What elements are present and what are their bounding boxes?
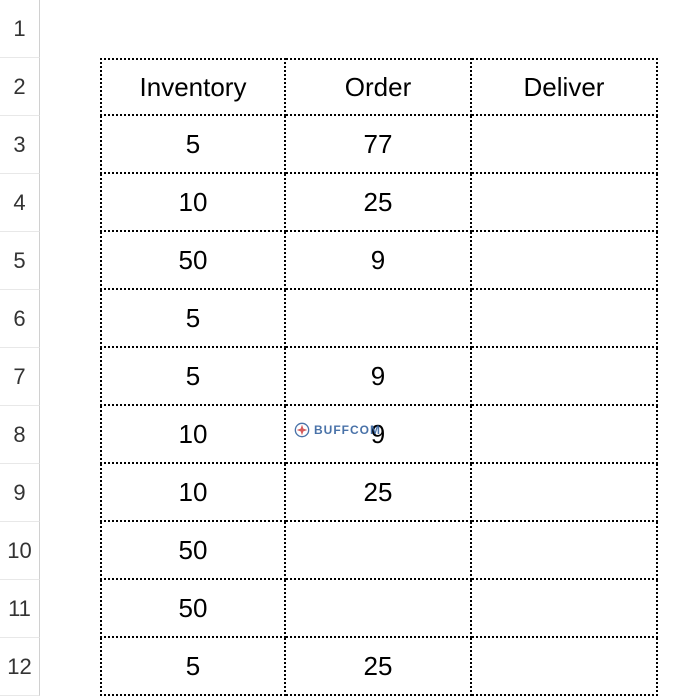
row-header[interactable]: 8 bbox=[0, 406, 40, 464]
grid-row: 10 9 bbox=[40, 406, 699, 464]
row-header[interactable]: 12 bbox=[0, 638, 40, 696]
grid-row: 5 bbox=[40, 290, 699, 348]
cell[interactable] bbox=[472, 406, 658, 464]
grid-row: 5 9 bbox=[40, 348, 699, 406]
cell[interactable] bbox=[286, 580, 472, 638]
grid-row: Inventory Order Deliver bbox=[40, 58, 699, 116]
cell[interactable] bbox=[472, 522, 658, 580]
grid-row: 50 bbox=[40, 522, 699, 580]
cell[interactable]: 9 bbox=[286, 406, 472, 464]
cell[interactable]: 5 bbox=[100, 290, 286, 348]
cell[interactable] bbox=[472, 580, 658, 638]
cell[interactable] bbox=[472, 638, 658, 696]
column-header-order[interactable]: Order bbox=[286, 58, 472, 116]
cell[interactable] bbox=[40, 406, 100, 464]
cell[interactable] bbox=[472, 174, 658, 232]
cell[interactable] bbox=[472, 290, 658, 348]
cell[interactable] bbox=[100, 0, 286, 58]
cell[interactable]: 10 bbox=[100, 174, 286, 232]
column-header-inventory[interactable]: Inventory bbox=[100, 58, 286, 116]
row-header[interactable]: 5 bbox=[0, 232, 40, 290]
grid: Inventory Order Deliver 5 77 10 25 50 9 bbox=[40, 0, 699, 700]
cell[interactable] bbox=[472, 116, 658, 174]
cell[interactable] bbox=[40, 348, 100, 406]
column-header-deliver[interactable]: Deliver bbox=[472, 58, 658, 116]
cell[interactable]: 5 bbox=[100, 638, 286, 696]
grid-row: 50 bbox=[40, 580, 699, 638]
grid-row: 10 25 bbox=[40, 174, 699, 232]
cell[interactable] bbox=[286, 0, 472, 58]
row-header[interactable]: 4 bbox=[0, 174, 40, 232]
row-header[interactable]: 7 bbox=[0, 348, 40, 406]
row-header[interactable]: 6 bbox=[0, 290, 40, 348]
grid-row: 5 25 bbox=[40, 638, 699, 696]
cell[interactable]: 77 bbox=[286, 116, 472, 174]
cell[interactable] bbox=[40, 580, 100, 638]
cell[interactable] bbox=[40, 464, 100, 522]
row-header[interactable]: 11 bbox=[0, 580, 40, 638]
row-header[interactable]: 1 bbox=[0, 0, 40, 58]
cell[interactable]: 10 bbox=[100, 464, 286, 522]
cell[interactable]: 25 bbox=[286, 638, 472, 696]
cell[interactable] bbox=[472, 348, 658, 406]
grid-row: 50 9 bbox=[40, 232, 699, 290]
row-header[interactable]: 10 bbox=[0, 522, 40, 580]
cell[interactable] bbox=[40, 638, 100, 696]
cell[interactable] bbox=[40, 232, 100, 290]
cell[interactable]: 5 bbox=[100, 116, 286, 174]
cell[interactable] bbox=[472, 464, 658, 522]
cell[interactable] bbox=[40, 522, 100, 580]
cell[interactable] bbox=[40, 0, 100, 58]
cell[interactable]: 9 bbox=[286, 232, 472, 290]
cell[interactable] bbox=[472, 232, 658, 290]
cell[interactable]: 5 bbox=[100, 348, 286, 406]
cell[interactable]: 50 bbox=[100, 580, 286, 638]
cell[interactable]: 25 bbox=[286, 464, 472, 522]
cell[interactable] bbox=[40, 174, 100, 232]
cell[interactable] bbox=[40, 116, 100, 174]
row-headers: 1 2 3 4 5 6 7 8 9 10 11 12 bbox=[0, 0, 40, 700]
cell[interactable] bbox=[286, 522, 472, 580]
row-header[interactable]: 2 bbox=[0, 58, 40, 116]
grid-row: 10 25 bbox=[40, 464, 699, 522]
cell[interactable]: 9 bbox=[286, 348, 472, 406]
row-header[interactable]: 9 bbox=[0, 464, 40, 522]
cell[interactable]: 25 bbox=[286, 174, 472, 232]
cell[interactable]: 10 bbox=[100, 406, 286, 464]
grid-row bbox=[40, 0, 699, 58]
cell[interactable] bbox=[286, 290, 472, 348]
cell[interactable] bbox=[40, 290, 100, 348]
cell[interactable] bbox=[472, 0, 658, 58]
cell[interactable] bbox=[40, 58, 100, 116]
cell[interactable]: 50 bbox=[100, 232, 286, 290]
row-header[interactable]: 3 bbox=[0, 116, 40, 174]
spreadsheet: 1 2 3 4 5 6 7 8 9 10 11 12 Inventory Ord… bbox=[0, 0, 699, 700]
cell[interactable]: 50 bbox=[100, 522, 286, 580]
grid-row: 5 77 bbox=[40, 116, 699, 174]
